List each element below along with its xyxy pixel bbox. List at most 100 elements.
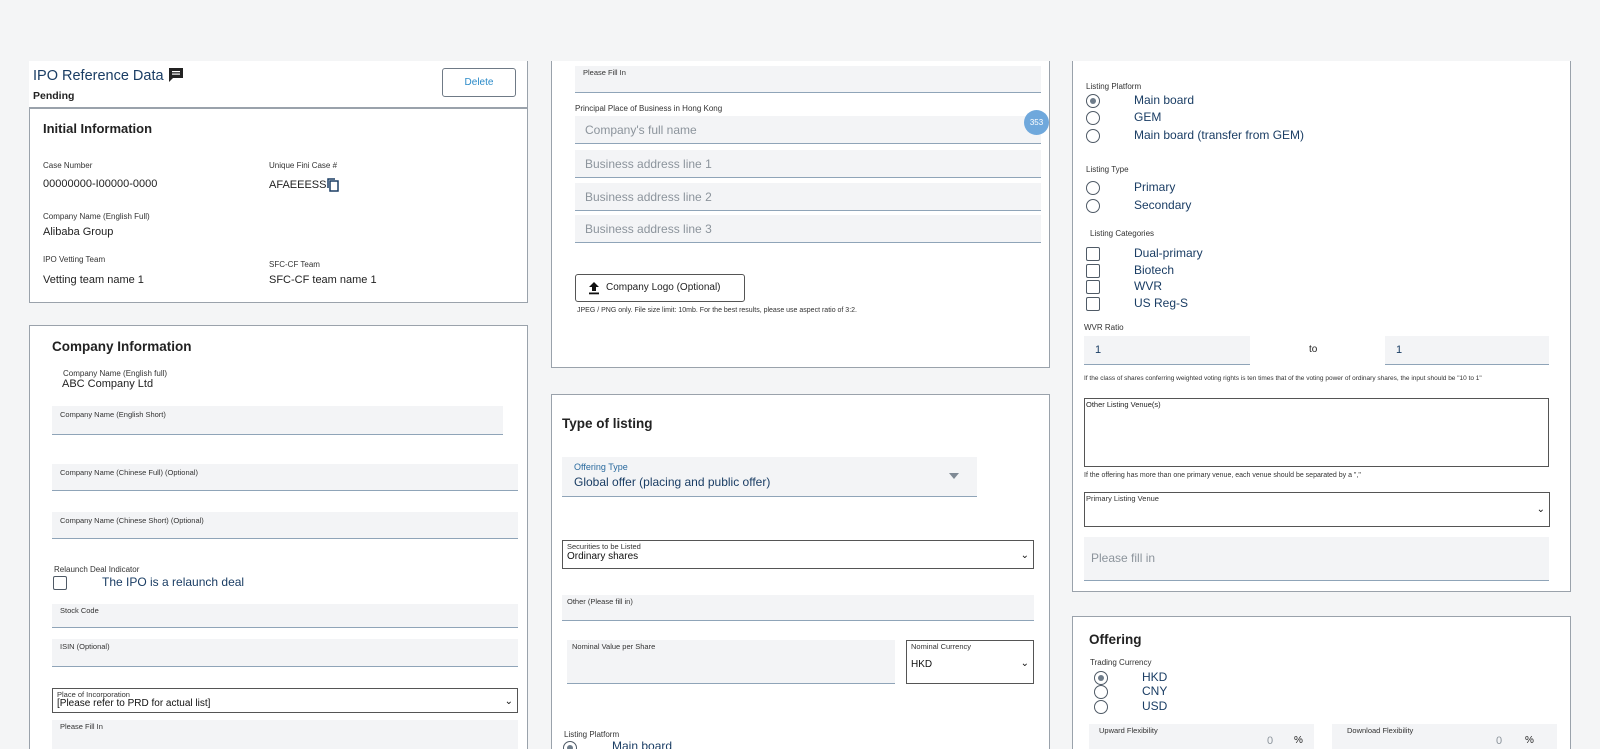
status-label: Pending <box>33 90 75 102</box>
main-board-option: Main board <box>1134 93 1195 107</box>
relaunch-checkbox[interactable] <box>53 576 67 590</box>
name-full-value: ABC Company Ltd <box>62 378 154 390</box>
stock-code-field[interactable]: Stock Code <box>52 604 518 628</box>
case-number-label: Case Number <box>43 161 93 170</box>
wvr-to-label: to <box>1309 344 1318 355</box>
usd-radio[interactable] <box>1094 700 1108 714</box>
wvr-checkbox[interactable] <box>1086 280 1100 294</box>
other-venue-note: If the offering has more than one primar… <box>1084 472 1361 479</box>
company-full-name-field[interactable]: Company's full name <box>575 116 1041 144</box>
offering-type-select[interactable]: Offering Type Global offer (placing and … <box>562 457 977 497</box>
address-line-2-field[interactable]: Business address line 2 <box>575 183 1041 211</box>
address-line-3-field[interactable]: Business address line 3 <box>575 215 1041 243</box>
dropdown-caret-icon <box>949 473 959 479</box>
case-number-value: 00000000-I00000-0000 <box>43 178 158 190</box>
secondary-radio[interactable] <box>1086 199 1100 213</box>
vetting-team-label: IPO Vetting Team <box>43 255 106 264</box>
listing-panel: Listing Platform Main board GEM Main boa… <box>1072 61 1571 592</box>
copy-icon[interactable] <box>326 177 340 193</box>
wvr-right-field[interactable]: 1 <box>1385 336 1549 365</box>
name-full-label: Company Name (English full) <box>63 369 168 378</box>
principal-place-label: Principal Place of Business in Hong Kong <box>575 104 723 113</box>
vetting-team-value: Vetting team name 1 <box>43 274 144 286</box>
download-flexibility-field[interactable]: Download Flexibility 0 % <box>1332 724 1557 749</box>
please-fill-field-right[interactable]: Please fill in <box>1084 537 1549 581</box>
type-of-listing-heading: Type of listing <box>562 416 653 431</box>
us-reg-s-option: US Reg-S <box>1134 296 1189 310</box>
upward-flexibility-field[interactable]: Upward Flexibility 0 % <box>1089 724 1314 749</box>
biotech-option: Biotech <box>1134 263 1175 277</box>
page-title: IPO Reference Data <box>33 68 164 84</box>
us-reg-s-checkbox[interactable] <box>1086 297 1100 311</box>
main-board-radio[interactable] <box>1086 94 1100 108</box>
wvr-option: WVR <box>1134 279 1162 293</box>
sfc-team-value: SFC-CF team name 1 <box>269 274 377 286</box>
company-logo-button[interactable]: Company Logo (Optional) <box>575 274 745 302</box>
gem-radio[interactable] <box>1086 111 1100 125</box>
listing-categories-label: Listing Categories <box>1090 229 1155 238</box>
usd-option: USD <box>1142 699 1168 713</box>
isin-field[interactable]: ISIN (Optional) <box>52 639 518 667</box>
chevron-down-icon: ⌄ <box>504 696 513 707</box>
gem-option: GEM <box>1134 110 1162 124</box>
upload-icon <box>587 281 601 295</box>
listing-platform-label: Listing Platform <box>1086 82 1142 91</box>
listing-platform-label-mid: Listing Platform <box>564 730 620 739</box>
main-board-label-mid: Main board <box>612 739 673 749</box>
fini-label: Unique Fini Case # <box>269 161 338 170</box>
fini-value: AFAEEESS <box>269 179 327 191</box>
offering-heading: Offering <box>1089 632 1142 647</box>
dual-primary-option: Dual-primary <box>1134 246 1203 260</box>
wvr-ratio-label: WVR Ratio <box>1084 323 1124 332</box>
wvr-left-field[interactable]: 1 <box>1084 336 1250 365</box>
type-of-listing-panel: Type of listing Offering Type Global off… <box>551 394 1050 749</box>
address-line-1-field[interactable]: Business address line 1 <box>575 150 1041 178</box>
company-info-panel: Company Information Company Name (Englis… <box>29 325 528 749</box>
relaunch-label: Relaunch Deal Indicator <box>54 565 140 574</box>
biotech-checkbox[interactable] <box>1086 264 1100 278</box>
securities-select[interactable]: Securities to be Listed Ordinary shares … <box>562 540 1034 569</box>
business-panel: Please Fill In Principal Place of Busine… <box>551 61 1050 368</box>
chevron-down-icon: ⌄ <box>1020 658 1029 669</box>
sfc-team-label: SFC-CF Team <box>269 260 320 269</box>
initial-info-panel: Initial Information Case Number 00000000… <box>29 108 528 303</box>
nominal-currency-select[interactable]: Nominal Currency HKD ⌄ <box>906 640 1034 684</box>
please-fill-field-left[interactable]: Please Fill In <box>52 720 518 749</box>
chinese-full-field[interactable]: Company Name (Chinese Full) (Optional) <box>52 464 518 491</box>
trading-currency-label: Trading Currency <box>1090 658 1152 667</box>
name-short-field[interactable]: Company Name (English Short) <box>52 406 503 435</box>
offering-panel: Offering Trading Currency HKD CNY USD Up… <box>1072 616 1571 749</box>
initial-info-heading: Initial Information <box>43 121 153 136</box>
please-fill-field-middle[interactable]: Please Fill In <box>575 66 1041 93</box>
logo-note: JPEG / PNG only. File size limit: 10mb. … <box>577 307 857 314</box>
company-name-label: Company Name (English Full) <box>43 212 150 221</box>
company-name-value: Alibaba Group <box>43 226 114 238</box>
cny-option: CNY <box>1142 684 1168 698</box>
primary-radio[interactable] <box>1086 181 1100 195</box>
header-panel: IPO Reference Data Pending Delete <box>29 61 528 108</box>
wvr-note: If the class of shares conferring weight… <box>1084 375 1482 382</box>
nominal-value-field[interactable]: Nominal Value per Share <box>567 640 895 684</box>
cny-radio[interactable] <box>1094 685 1108 699</box>
relaunch-option-label: The IPO is a relaunch deal <box>102 575 245 589</box>
secondary-option: Secondary <box>1134 198 1192 212</box>
primary-venue-select[interactable]: Primary Listing Venue ⌄ <box>1084 492 1550 527</box>
other-venue-textarea[interactable]: Other Listing Venue(s) <box>1084 398 1549 467</box>
hkd-option: HKD <box>1142 670 1168 684</box>
chinese-short-field[interactable]: Company Name (Chinese Short) (Optional) <box>52 512 518 539</box>
chevron-down-icon: ⌄ <box>1020 550 1029 561</box>
other-field[interactable]: Other (Please fill in) <box>562 595 1034 621</box>
hkd-radio[interactable] <box>1094 671 1108 685</box>
chevron-down-icon: ⌄ <box>1536 504 1545 515</box>
incorporation-select[interactable]: Place of Incorporation [Please refer to … <box>52 688 518 713</box>
primary-option: Primary <box>1134 180 1176 194</box>
comment-icon[interactable] <box>167 66 185 84</box>
main-board-radio-mid[interactable] <box>563 741 577 749</box>
transfer-radio[interactable] <box>1086 129 1100 143</box>
dual-primary-checkbox[interactable] <box>1086 247 1100 261</box>
listing-type-label: Listing Type <box>1086 165 1129 174</box>
transfer-option: Main board (transfer from GEM) <box>1134 128 1305 142</box>
notification-badge[interactable]: 353 <box>1024 110 1049 135</box>
delete-button[interactable]: Delete <box>442 68 516 97</box>
company-info-heading: Company Information <box>52 339 192 354</box>
